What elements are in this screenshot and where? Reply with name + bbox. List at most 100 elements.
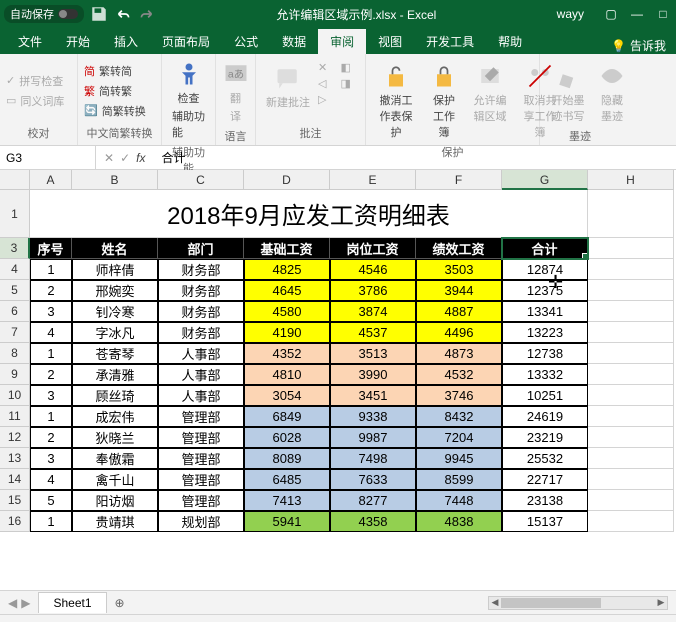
cell[interactable] <box>588 511 674 532</box>
cell-name[interactable]: 邢婉奕 <box>72 280 158 301</box>
column-header[interactable]: A <box>30 170 72 190</box>
cell-total[interactable]: 13341 <box>502 301 588 322</box>
row-header[interactable]: 7 <box>0 322 30 343</box>
horizontal-scrollbar[interactable]: ◀ ▶ <box>133 596 676 610</box>
tab-review[interactable]: 审阅 <box>318 29 366 54</box>
cell-total[interactable]: 25532 <box>502 448 588 469</box>
cell-dept[interactable]: 管理部 <box>158 406 244 427</box>
cell-perf[interactable]: 8432 <box>416 406 502 427</box>
tab-data[interactable]: 数据 <box>270 29 318 54</box>
title-cell[interactable]: 2018年9月应发工资明细表 <box>30 190 588 238</box>
cell[interactable] <box>588 364 674 385</box>
cell-total[interactable]: 13223 <box>502 322 588 343</box>
cell-post[interactable]: 4537 <box>330 322 416 343</box>
cell-name[interactable]: 苍寄琴 <box>72 343 158 364</box>
convert-button[interactable]: 🔄简繁转换 <box>84 102 155 120</box>
start-ink-button[interactable]: 开始墨迹书写 <box>546 58 590 128</box>
table-header[interactable]: 序号 <box>30 238 72 259</box>
cell[interactable] <box>588 259 674 280</box>
row-header[interactable]: 6 <box>0 301 30 322</box>
cell[interactable] <box>588 469 674 490</box>
table-header[interactable]: 姓名 <box>72 238 158 259</box>
scroll-right-icon[interactable]: ▶ <box>655 597 667 609</box>
cancel-icon[interactable]: ✕ <box>104 151 114 165</box>
cell-dept[interactable]: 财务部 <box>158 301 244 322</box>
spreadsheet-grid[interactable]: ABCDEFGH 1345678910111213141516 2018年9月应… <box>0 170 676 590</box>
cell[interactable] <box>588 343 674 364</box>
row-header[interactable]: 8 <box>0 343 30 364</box>
cell-dept[interactable]: 人事部 <box>158 364 244 385</box>
cell-post[interactable]: 3513 <box>330 343 416 364</box>
cell-perf[interactable]: 4532 <box>416 364 502 385</box>
row-header[interactable]: 15 <box>0 490 30 511</box>
maximize-icon[interactable]: □ <box>654 5 672 23</box>
cell-no[interactable]: 2 <box>30 280 72 301</box>
cell-dept[interactable]: 财务部 <box>158 322 244 343</box>
scroll-left-icon[interactable]: ◀ <box>489 597 501 609</box>
cell-post[interactable]: 3874 <box>330 301 416 322</box>
cell-base[interactable]: 4825 <box>244 259 330 280</box>
cell-total[interactable]: 22717 <box>502 469 588 490</box>
cell-dept[interactable]: 人事部 <box>158 343 244 364</box>
next-sheet-icon[interactable]: ▶ <box>21 596 30 610</box>
delete-comment-button[interactable]: ✕ <box>318 60 337 75</box>
cell-no[interactable]: 2 <box>30 427 72 448</box>
next-comment-button[interactable]: ▷ <box>318 92 337 107</box>
row-header[interactable]: 11 <box>0 406 30 427</box>
cell-dept[interactable]: 管理部 <box>158 469 244 490</box>
prev-sheet-icon[interactable]: ◀ <box>8 596 17 610</box>
tab-help[interactable]: 帮助 <box>486 29 534 54</box>
cell-name[interactable]: 师梓倩 <box>72 259 158 280</box>
cell-post[interactable]: 9987 <box>330 427 416 448</box>
cell-total[interactable]: 13332 <box>502 364 588 385</box>
cell-no[interactable]: 4 <box>30 469 72 490</box>
row-header[interactable]: 9 <box>0 364 30 385</box>
cell[interactable] <box>588 322 674 343</box>
cell-base[interactable]: 4810 <box>244 364 330 385</box>
translate-button[interactable]: aあ 翻 译 <box>222 56 249 128</box>
cell-base[interactable]: 4645 <box>244 280 330 301</box>
protect-workbook-button[interactable]: 保护工作簿 <box>424 58 464 144</box>
cell-perf[interactable]: 9945 <box>416 448 502 469</box>
select-all-button[interactable] <box>0 170 30 190</box>
show-comment-button[interactable]: ◧ <box>341 60 360 75</box>
tab-layout[interactable]: 页面布局 <box>150 29 222 54</box>
cell-no[interactable]: 1 <box>30 259 72 280</box>
cell[interactable] <box>588 490 674 511</box>
cell-dept[interactable]: 管理部 <box>158 448 244 469</box>
enter-icon[interactable]: ✓ <box>120 151 130 165</box>
table-header[interactable]: 部门 <box>158 238 244 259</box>
cell-post[interactable]: 7633 <box>330 469 416 490</box>
row-header[interactable]: 1 <box>0 190 30 238</box>
cell-dept[interactable]: 规划部 <box>158 511 244 532</box>
column-header[interactable]: H <box>588 170 674 190</box>
cell-name[interactable]: 顾丝琦 <box>72 385 158 406</box>
cell-dept[interactable]: 人事部 <box>158 385 244 406</box>
cell-total[interactable]: 15137 <box>502 511 588 532</box>
add-sheet-button[interactable]: ⊕ <box>107 596 133 610</box>
cell-dept[interactable]: 财务部 <box>158 280 244 301</box>
cell-base[interactable]: 4352 <box>244 343 330 364</box>
spell-check-button[interactable]: ✓拼写检查 <box>6 72 71 90</box>
row-header[interactable]: 13 <box>0 448 30 469</box>
cell-dept[interactable]: 管理部 <box>158 490 244 511</box>
cell-base[interactable]: 6485 <box>244 469 330 490</box>
cell-no[interactable]: 5 <box>30 490 72 511</box>
row-header[interactable]: 14 <box>0 469 30 490</box>
cell[interactable] <box>588 385 674 406</box>
row-header[interactable]: 3 <box>0 238 30 259</box>
row-header[interactable]: 12 <box>0 427 30 448</box>
tab-developer[interactable]: 开发工具 <box>414 29 486 54</box>
cell-no[interactable]: 4 <box>30 322 72 343</box>
cell-perf[interactable]: 4873 <box>416 343 502 364</box>
simp-to-trad-button[interactable]: 繁简转繁 <box>84 82 155 100</box>
cell-total[interactable]: 12738 <box>502 343 588 364</box>
cell-post[interactable]: 7498 <box>330 448 416 469</box>
cell-name[interactable]: 阳访烟 <box>72 490 158 511</box>
table-header[interactable]: 岗位工资 <box>330 238 416 259</box>
cell-no[interactable]: 1 <box>30 406 72 427</box>
cell-no[interactable]: 3 <box>30 301 72 322</box>
cell-total[interactable]: 23138 <box>502 490 588 511</box>
cell-perf[interactable]: 4887 <box>416 301 502 322</box>
cell-total[interactable]: 10251 <box>502 385 588 406</box>
